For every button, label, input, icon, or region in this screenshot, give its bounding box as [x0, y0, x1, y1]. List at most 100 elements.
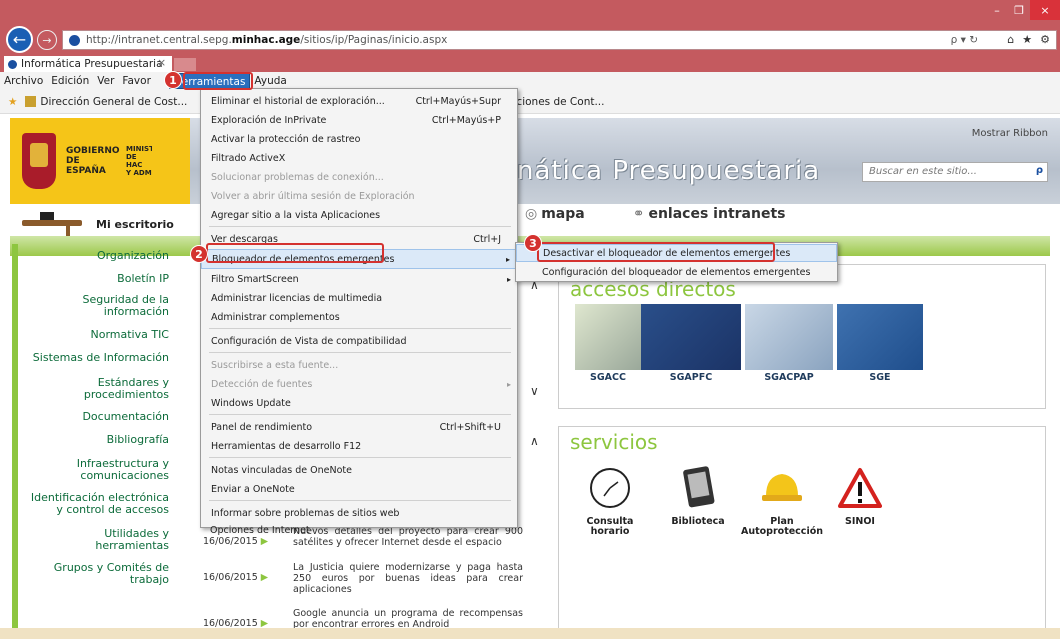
servicio-label: SINOI	[845, 516, 875, 527]
settings-gear-icon[interactable]: ⚙	[1040, 33, 1050, 46]
url-domain: minhac.age	[231, 34, 301, 46]
acceso-sge[interactable]: SGE	[837, 304, 923, 386]
acceso-sgacpap[interactable]: SGACPAP	[745, 304, 833, 386]
ministerio-text: MINIST DE HAC Y ADM	[126, 145, 152, 177]
show-ribbon-link[interactable]: Mostrar Ribbon	[972, 128, 1048, 139]
servicio-label: Consulta horario	[586, 516, 634, 537]
mapa-label: mapa	[541, 206, 585, 222]
sidebar-item-infraestructura[interactable]: Infraestructura y comunicaciones	[77, 458, 169, 482]
tools-menu: Eliminar el historial de exploración... C…	[200, 88, 518, 528]
sidebar-item-identificacion[interactable]: Identificación electrónica y control de …	[31, 492, 169, 516]
search-refresh-icons[interactable]: ρ ▾ ↻	[951, 34, 978, 46]
menu-item-performance[interactable]: Panel de rendimiento Ctrl+Shift+U	[201, 417, 517, 437]
submenu-arrow-icon: ▸	[506, 379, 511, 389]
sidebar-item-utilidades[interactable]: Utilidades y herramientas	[95, 528, 169, 552]
favorites-star-icon[interactable]: ★	[8, 96, 17, 108]
sidebar-item-grupos[interactable]: Grupos y Comités de trabajo	[54, 562, 169, 586]
arrow-right-icon: →	[42, 33, 52, 47]
menu-item-activex[interactable]: Filtrado ActiveX	[201, 148, 517, 168]
warning-icon	[838, 468, 882, 508]
enlaces-label: enlaces intranets	[648, 206, 786, 222]
sidebar-item-sistemas[interactable]: Sistemas de Información	[33, 352, 169, 364]
menu-item-add-to-apps[interactable]: Agregar sitio a la vista Aplicaciones	[201, 205, 517, 225]
forward-button[interactable]: →	[37, 30, 57, 50]
menu-item-popup-blocker-settings[interactable]: Configuración del bloqueador de elemento…	[516, 263, 837, 281]
desk-icon	[22, 212, 84, 236]
servicio-sinoi[interactable]: SINOI	[815, 466, 905, 527]
news-date: 16/06/2015 ▶	[203, 572, 269, 583]
sidebar-item-normativa[interactable]: Normativa TIC	[90, 329, 169, 341]
menu-item-compat-view[interactable]: Configuración de Vista de compatibilidad	[201, 331, 517, 351]
search-placeholder: Buscar en este sitio...	[869, 166, 977, 177]
my-desk-label: Mi escritorio	[96, 217, 174, 231]
menu-item-tracking-protection[interactable]: Activar la protección de rastreo	[201, 129, 517, 149]
menu-item-smartscreen[interactable]: Filtro SmartScreen ▸	[201, 269, 517, 289]
arrow-left-icon: ←	[12, 30, 27, 49]
home-icon[interactable]: ⌂	[1007, 33, 1014, 46]
tab-informatica[interactable]: Informática Presupuestaria ×	[4, 56, 172, 72]
menu-separator	[209, 457, 511, 458]
menu-item-delete-history[interactable]: Eliminar el historial de exploración... C…	[201, 91, 517, 111]
tab-close-icon[interactable]: ×	[157, 57, 166, 69]
sidebar-item-documentacion[interactable]: Documentación	[82, 411, 169, 423]
news-row[interactable]: 16/06/2015 ▶ La Justicia quiere moderniz…	[203, 562, 533, 595]
url-suffix: /sitios/ip/Paginas/inicio.aspx	[300, 34, 448, 46]
menu-separator	[209, 328, 511, 329]
favorites-bar: ★ Dirección General de Cost... aciones d…	[0, 90, 1060, 114]
sidebar-item-bibliografia[interactable]: Bibliografía	[107, 434, 169, 446]
callout-highlight-herramientas	[183, 72, 253, 90]
sidebar-item-boletin[interactable]: Boletín IP	[117, 273, 169, 285]
servicio-biblioteca[interactable]: Biblioteca	[653, 466, 743, 527]
menu-item-inprivate[interactable]: Exploración de InPrivate Ctrl+Mayús+P	[201, 110, 517, 130]
news-text: Google anuncia un programa de recompensa…	[293, 608, 523, 630]
menu-item-f12-tools[interactable]: Herramientas de desarrollo F12	[201, 436, 517, 456]
menu-item-media-licenses[interactable]: Administrar licencias de multimedia	[201, 288, 517, 308]
my-desk-link[interactable]: Mi escritorio	[10, 210, 180, 238]
news-row[interactable]: 16/06/2015 ▶ Google anuncia un programa …	[203, 608, 533, 630]
sidebar-item-organizacion[interactable]: Organización	[97, 250, 169, 262]
euro-image	[641, 304, 741, 370]
menu-edicion[interactable]: Edición	[47, 73, 93, 89]
acceso-sgacc[interactable]: SGACC	[575, 304, 641, 386]
acceso-sgapfc[interactable]: SGAPFC	[641, 304, 741, 386]
menu-ver[interactable]: Ver	[93, 73, 118, 89]
menu-bar: Archivo Edición Ver Favor Herramientas A…	[0, 72, 1060, 90]
sidebar-item-estandares[interactable]: Estándares y procedimientos	[84, 377, 169, 401]
menu-ayuda[interactable]: Ayuda	[250, 73, 290, 89]
callout-badge-2: 2	[190, 245, 208, 263]
close-window-button[interactable]: ×	[1030, 0, 1060, 20]
site-favicon-icon	[69, 34, 80, 46]
web-page: GOBIERNO DE ESPAÑA MINIST DE HAC Y ADM M…	[0, 114, 1060, 639]
mapa-link[interactable]: ◎ mapa	[525, 206, 585, 222]
menu-favoritos[interactable]: Favor	[118, 73, 154, 89]
ebook-reader-icon	[683, 466, 715, 508]
toolbar-icons: ⌂ ★ ⚙	[1007, 33, 1050, 46]
gobierno-logo[interactable]: GOBIERNO DE ESPAÑA MINIST DE HAC Y ADM	[10, 118, 190, 204]
menu-separator	[209, 352, 511, 353]
maximize-button[interactable]: ❐	[1008, 0, 1030, 20]
favorite-link-cont[interactable]: aciones de Cont...	[510, 96, 604, 108]
back-button[interactable]: ←	[6, 26, 33, 53]
menu-item-manage-addons[interactable]: Administrar complementos	[201, 307, 517, 327]
menu-archivo[interactable]: Archivo	[0, 73, 47, 89]
url-input[interactable]: http://intranet.central.sepg. minhac.age /…	[62, 30, 1057, 50]
servicio-consulta-horario[interactable]: Consulta horario	[565, 466, 655, 537]
search-icon[interactable]: ρ	[1036, 165, 1043, 176]
favorites-star-icon[interactable]: ★	[1022, 33, 1032, 46]
play-arrow-icon: ▶	[260, 572, 269, 583]
servicio-plan-autoproteccion[interactable]: Plan Autoprotección	[737, 466, 827, 537]
menu-item-send-onenote[interactable]: Enviar a OneNote	[201, 479, 517, 499]
sidebar-item-seguridad[interactable]: Seguridad de la información	[82, 294, 169, 318]
site-search-input[interactable]: Buscar en este sitio... ρ	[862, 162, 1048, 182]
scroll-down-icon[interactable]: ∨	[530, 384, 539, 398]
new-tab-button[interactable]	[174, 58, 196, 71]
menu-item-windows-update[interactable]: Windows Update	[201, 393, 517, 413]
minimize-button[interactable]: –	[986, 0, 1008, 20]
menu-item-onenote-notes[interactable]: Notas vinculadas de OneNote	[201, 460, 517, 480]
tab-strip: Informática Presupuestaria ×	[0, 56, 1060, 72]
favorite-link-direccion[interactable]: Dirección General de Cost...	[25, 96, 187, 108]
menu-item-internet-options[interactable]: Opciones de Internet	[200, 520, 516, 540]
scroll-up-icon[interactable]: ∧	[530, 434, 539, 448]
menu-item-feed-discovery: Detección de fuentes ▸	[211, 378, 511, 390]
enlaces-link[interactable]: ⚭ enlaces intranets	[633, 206, 786, 222]
